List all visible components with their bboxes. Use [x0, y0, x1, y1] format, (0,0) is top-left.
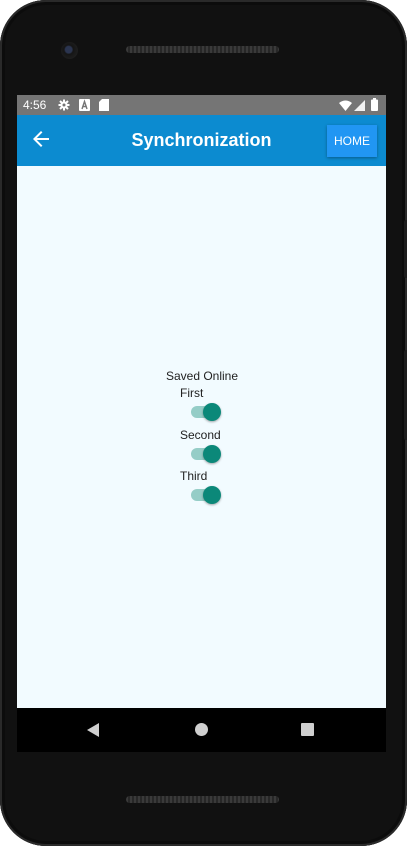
status-time: 4:56: [23, 98, 47, 112]
app-bar: Synchronization HOME: [17, 115, 386, 166]
toggle-first[interactable]: [190, 401, 221, 423]
toggle-second[interactable]: [190, 443, 221, 465]
phone-frame: 4:56 Synchronization HOME Saved Online F…: [0, 0, 407, 846]
bottom-speaker: [126, 796, 279, 803]
a-icon: [79, 99, 90, 111]
battery-icon: [371, 98, 378, 111]
sd-card-icon: [99, 99, 109, 111]
toggle-thumb: [203, 403, 221, 421]
section-title: Saved Online: [165, 369, 239, 383]
home-icon[interactable]: [195, 723, 208, 736]
toggle-third[interactable]: [190, 484, 221, 506]
system-nav-bar: [17, 708, 386, 752]
toggle-label-second: Second: [180, 428, 221, 442]
toggle-thumb: [203, 445, 221, 463]
back-arrow-icon[interactable]: [29, 127, 53, 151]
screen: 4:56 Synchronization HOME Saved Online F…: [17, 95, 386, 708]
toggle-label-third: Third: [180, 469, 208, 483]
toggle-label-first: First: [180, 386, 204, 400]
recents-icon[interactable]: [301, 723, 314, 736]
home-button[interactable]: HOME: [327, 125, 377, 157]
top-speaker: [126, 46, 279, 53]
back-icon[interactable]: [87, 723, 99, 737]
settings-icon: [58, 99, 70, 111]
toggle-thumb: [203, 486, 221, 504]
status-bar: 4:56: [17, 95, 386, 115]
front-camera-icon: [61, 42, 78, 59]
wifi-icon: [339, 100, 352, 111]
signal-icon: [354, 100, 365, 111]
